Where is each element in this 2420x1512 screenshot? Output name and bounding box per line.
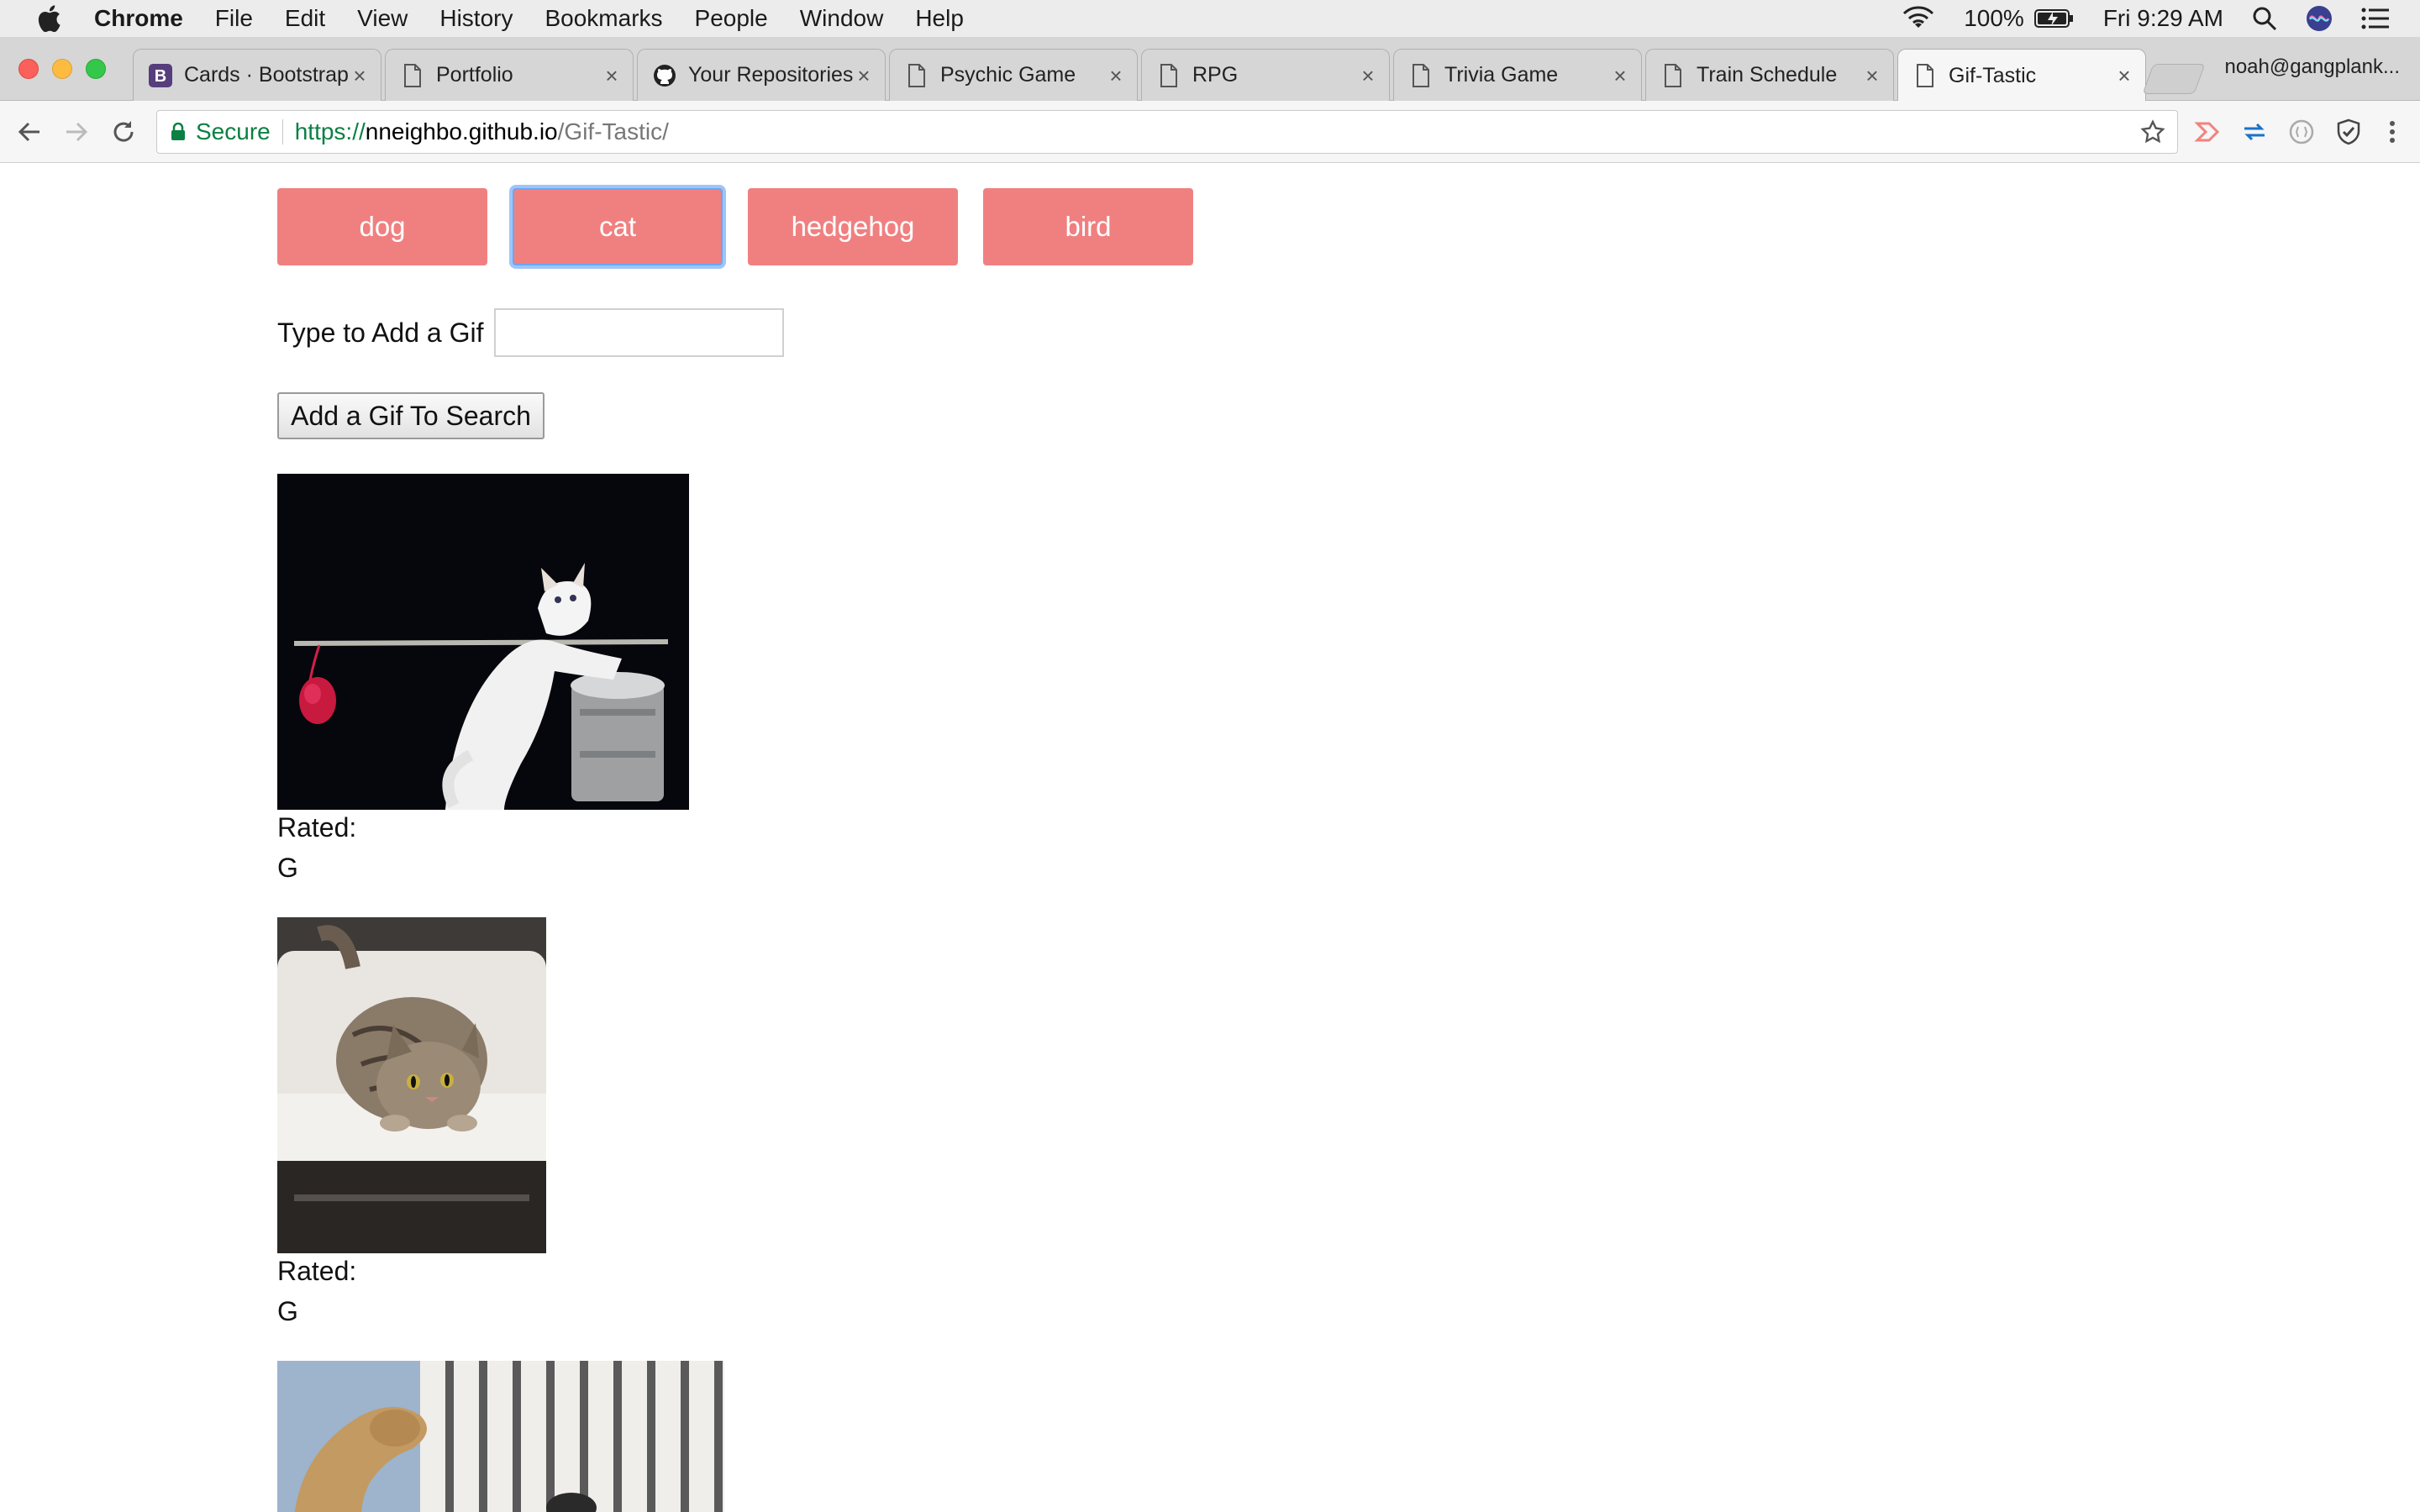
- url-scheme: https://: [294, 118, 366, 144]
- page-icon: [905, 63, 929, 87]
- address-divider: [281, 119, 283, 144]
- page-viewport: dog cat hedgehog bird Type to Add a Gif …: [0, 164, 2420, 1512]
- close-window-button[interactable]: [18, 59, 39, 79]
- extension-circle-icon[interactable]: [2287, 118, 2316, 146]
- tab-trivia-game[interactable]: Trivia Game ×: [1393, 49, 1642, 101]
- close-tab-icon[interactable]: ×: [1611, 65, 1629, 87]
- topic-button-hedgehog[interactable]: hedgehog: [748, 188, 958, 265]
- tab-gif-tastic[interactable]: Gif-Tastic ×: [1897, 49, 2146, 102]
- gif-image[interactable]: [277, 917, 546, 1253]
- page-icon: [401, 63, 424, 87]
- notification-center-icon[interactable]: [2361, 7, 2390, 30]
- menu-history[interactable]: History: [439, 5, 513, 32]
- topic-button-cat[interactable]: cat: [513, 188, 723, 265]
- tab-train-schedule[interactable]: Train Schedule ×: [1645, 49, 1894, 101]
- page-icon: [1157, 63, 1181, 87]
- minimize-window-button[interactable]: [52, 59, 72, 79]
- menu-edit[interactable]: Edit: [285, 5, 325, 32]
- extension-sync-icon[interactable]: [2240, 118, 2269, 146]
- menu-help[interactable]: Help: [915, 5, 964, 32]
- tab-strip: B Cards · Bootstrap × Portfolio × Your R…: [0, 37, 2420, 102]
- apple-menu-icon[interactable]: [34, 3, 64, 34]
- secure-label[interactable]: Secure: [196, 118, 271, 145]
- tab-title: Portfolio: [436, 63, 513, 87]
- tab-cards-bootstrap[interactable]: B Cards · Bootstrap ×: [133, 49, 381, 101]
- lock-icon[interactable]: [171, 123, 186, 141]
- menu-app-name[interactable]: Chrome: [94, 5, 183, 32]
- browser-toolbar: Secure https:// nneighbo.github.io /Gif-…: [0, 101, 2420, 163]
- close-tab-icon[interactable]: ×: [1863, 65, 1881, 87]
- menu-file[interactable]: File: [215, 5, 253, 32]
- close-tab-icon[interactable]: ×: [1107, 65, 1125, 87]
- rating-value: G: [277, 853, 298, 883]
- tab-title: Trivia Game: [1444, 63, 1559, 87]
- close-tab-icon[interactable]: ×: [602, 65, 621, 87]
- chrome-menu-icon[interactable]: [2378, 118, 2407, 146]
- tab-title: Gif-Tastic: [1949, 63, 2037, 87]
- tab-your-repositories[interactable]: Your Repositories ×: [637, 49, 886, 101]
- github-icon: [653, 64, 676, 87]
- tab-portfolio[interactable]: Portfolio ×: [385, 49, 634, 101]
- tab-rpg[interactable]: RPG ×: [1141, 49, 1390, 101]
- address-bar[interactable]: Secure https:// nneighbo.github.io /Gif-…: [156, 110, 2178, 154]
- topic-button-bird[interactable]: bird: [983, 188, 1193, 265]
- window-controls: [18, 59, 106, 79]
- menu-bookmarks[interactable]: Bookmarks: [544, 5, 662, 32]
- close-tab-icon[interactable]: ×: [855, 65, 873, 87]
- tab-title: Cards · Bootstrap: [184, 63, 349, 87]
- tab-title: Psychic Game: [940, 63, 1076, 87]
- url-path: /Gif-Tastic/: [557, 118, 669, 144]
- page-icon: [1409, 63, 1433, 87]
- extension-shield-icon[interactable]: [2334, 118, 2363, 146]
- menu-people[interactable]: People: [695, 5, 768, 32]
- add-gif-label: Type to Add a Gif: [277, 318, 484, 348]
- gif-image[interactable]: [277, 474, 689, 810]
- tab-psychic-game[interactable]: Psychic Game ×: [889, 49, 1138, 101]
- bootstrap-icon: B: [149, 63, 172, 87]
- siri-icon[interactable]: [2306, 5, 2333, 32]
- battery-icon[interactable]: [2033, 8, 2075, 29]
- gif-image[interactable]: [277, 1361, 724, 1512]
- add-gif-input[interactable]: [494, 308, 784, 357]
- profile-name[interactable]: noah@gangplank...: [2224, 55, 2400, 79]
- close-tab-icon[interactable]: ×: [2115, 65, 2133, 87]
- battery-percent: 100%: [1964, 5, 2024, 31]
- close-tab-icon[interactable]: ×: [1359, 65, 1377, 87]
- page-icon: [1661, 63, 1685, 87]
- url-host: nneighbo.github.io: [365, 118, 558, 144]
- rated-label: Rated:: [277, 812, 357, 843]
- menu-view[interactable]: View: [357, 5, 408, 32]
- macos-menu-bar: Chrome File Edit View History Bookmarks …: [0, 0, 2420, 37]
- reload-button[interactable]: [108, 116, 139, 148]
- menu-window[interactable]: Window: [800, 5, 884, 32]
- extension-cast-icon[interactable]: [2193, 118, 2222, 146]
- spotlight-search-icon[interactable]: [2252, 6, 2277, 31]
- svg-text:B: B: [155, 67, 166, 86]
- tab-title: Train Schedule: [1697, 63, 1838, 87]
- page-icon: [1913, 64, 1937, 87]
- menu-clock[interactable]: Fri 9:29 AM: [2103, 5, 2223, 32]
- new-tab-button[interactable]: [2142, 64, 2206, 94]
- tab-title: Your Repositories: [688, 63, 854, 87]
- back-button[interactable]: [13, 116, 45, 148]
- rated-label: Rated:: [277, 1256, 357, 1286]
- tab-title: RPG: [1192, 63, 1239, 87]
- rating-value: G: [277, 1296, 298, 1326]
- zoom-window-button[interactable]: [86, 59, 106, 79]
- forward-button[interactable]: [60, 116, 92, 148]
- add-gif-button[interactable]: Add a Gif To Search: [277, 392, 544, 439]
- bookmark-star-icon[interactable]: [2140, 119, 2165, 150]
- close-tab-icon[interactable]: ×: [350, 65, 369, 87]
- topic-button-dog[interactable]: dog: [277, 188, 487, 265]
- wifi-icon[interactable]: [1902, 6, 1935, 31]
